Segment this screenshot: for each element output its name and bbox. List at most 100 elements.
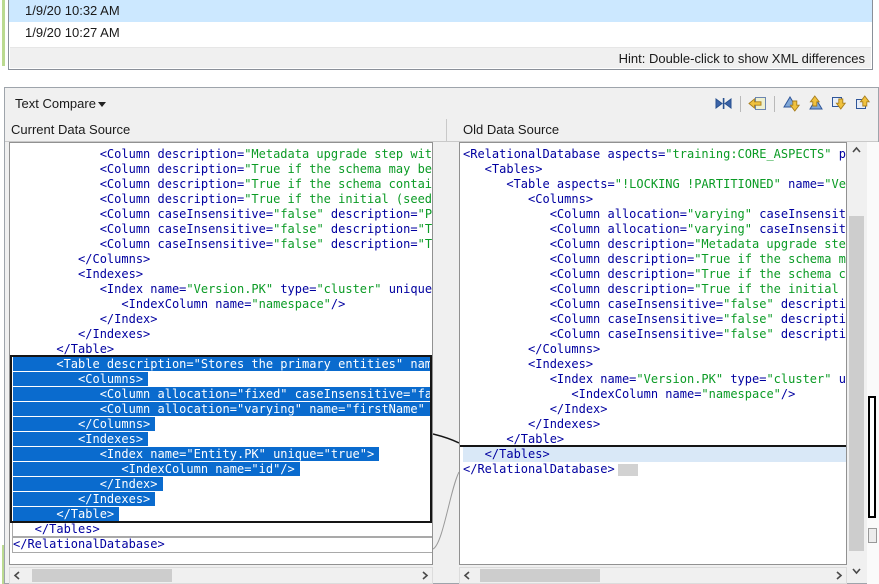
- next-difference-icon[interactable]: [782, 95, 801, 112]
- code-line[interactable]: <Column caseInsensitive="false" descript…: [13, 237, 432, 252]
- history-rows: 1/9/20 10:32 AM1/9/20 10:27 AM: [9, 0, 872, 44]
- code-line[interactable]: <Columns>: [463, 192, 846, 207]
- previous-change-icon[interactable]: [854, 95, 873, 112]
- compare-toolbar: Text Compare: [5, 88, 878, 119]
- code-line[interactable]: <Column description="True if the initial…: [13, 192, 432, 207]
- code-line[interactable]: </Index>: [463, 402, 846, 417]
- code-line[interactable]: <Column description="True if the schema …: [463, 252, 846, 267]
- code-line[interactable]: <Indexes>: [13, 432, 432, 447]
- left-code-area: <Column description="Metadata upgrade st…: [10, 143, 432, 564]
- code-line[interactable]: <Column caseInsensitive="false" descript…: [13, 222, 432, 237]
- code-line[interactable]: <IndexColumn name="namespace"/>: [463, 387, 846, 402]
- selected-code-text: <Column allocation="varying" name="first…: [13, 402, 433, 416]
- code-line[interactable]: <Column description="True if the initial…: [463, 282, 846, 297]
- diff-connector: [433, 472, 459, 549]
- code-line[interactable]: </RelationalDatabase>: [13, 537, 432, 552]
- code-line[interactable]: <Column caseInsensitive="false" descript…: [463, 312, 846, 327]
- code-line[interactable]: <Columns>: [13, 372, 432, 387]
- selected-code-text: <Indexes>: [13, 432, 148, 446]
- scroll-left-icon[interactable]: [460, 568, 475, 583]
- code-line[interactable]: <Column allocation="varying" name="first…: [13, 402, 432, 417]
- scrollbar-thumb[interactable]: [849, 216, 864, 551]
- pane-headers: Current Data Source Old Data Source: [5, 119, 878, 142]
- code-line[interactable]: <Index name="Version.PK" type="cluster" …: [463, 372, 846, 387]
- selected-code-text: <Index name="Entity.PK" unique="true">: [13, 447, 379, 461]
- code-line[interactable]: <Tables>: [463, 162, 846, 177]
- code-line[interactable]: <Column allocation="varying" caseInsensi…: [463, 207, 846, 222]
- code-line[interactable]: </Tables>: [13, 522, 432, 537]
- selected-code-text: <Column allocation="fixed" caseInsensiti…: [13, 387, 433, 401]
- code-line[interactable]: <Column allocation="varying" caseInsensi…: [463, 222, 846, 237]
- code-line[interactable]: </Index>: [13, 312, 432, 327]
- code-line[interactable]: <Table aspects="!LOCKING !PARTITIONED" n…: [463, 177, 846, 192]
- code-line[interactable]: </RelationalDatabase>: [463, 462, 846, 477]
- code-line[interactable]: <RelationalDatabase aspects="training:CO…: [463, 147, 846, 162]
- code-line[interactable]: <Column description="True if the schema …: [13, 177, 432, 192]
- scroll-up-icon[interactable]: [849, 143, 864, 158]
- code-line[interactable]: <Table description="Stores the primary e…: [13, 357, 432, 372]
- code-line[interactable]: <Index name="Entity.PK" unique="true">: [13, 447, 432, 462]
- code-line[interactable]: <Column caseInsensitive="false" descript…: [13, 207, 432, 222]
- code-line[interactable]: <Indexes>: [13, 267, 432, 282]
- text-compare-dropdown[interactable]: Text Compare: [15, 96, 96, 111]
- scroll-right-icon[interactable]: [831, 568, 846, 583]
- right-pane-title: Old Data Source: [463, 119, 559, 140]
- left-edge-accent-top: [2, 0, 5, 66]
- left-pane-title: Current Data Source: [11, 119, 130, 140]
- code-line[interactable]: <Column description="Metadata upgrade st…: [463, 237, 846, 252]
- overview-diff-mark-selected[interactable]: [868, 396, 876, 518]
- mirror-compare-icon[interactable]: [714, 95, 733, 112]
- toolbar-icons: [714, 95, 873, 112]
- code-line[interactable]: </Indexes>: [13, 327, 432, 342]
- selected-code-text: <Columns>: [13, 372, 148, 386]
- code-line[interactable]: </Indexes>: [463, 417, 846, 432]
- chevron-down-icon[interactable]: [98, 102, 106, 107]
- right-horizontal-scrollbar[interactable]: [459, 567, 847, 584]
- next-change-icon[interactable]: [830, 95, 849, 112]
- code-line[interactable]: </Index>: [13, 477, 432, 492]
- previous-difference-icon[interactable]: [806, 95, 825, 112]
- code-line[interactable]: <Indexes>: [463, 357, 846, 372]
- right-vertical-scrollbar[interactable]: [848, 142, 865, 579]
- code-line[interactable]: </Indexes>: [13, 492, 432, 507]
- code-line[interactable]: <Column description="True if the schema …: [13, 162, 432, 177]
- code-line[interactable]: <Column caseInsensitive="false" descript…: [463, 297, 846, 312]
- right-code-area: <RelationalDatabase aspects="training:CO…: [460, 143, 846, 564]
- selected-diff-connector: [433, 434, 459, 443]
- code-line[interactable]: </Columns>: [463, 342, 846, 357]
- code-line[interactable]: <Column description="Metadata upgrade st…: [13, 147, 432, 162]
- code-line[interactable]: </Columns>: [13, 252, 432, 267]
- code-line[interactable]: </Tables>: [463, 447, 846, 462]
- selected-code-text: </Table>: [13, 507, 119, 521]
- selected-code-text: <IndexColumn name="id"/>: [13, 462, 300, 476]
- change-filler-block: [618, 464, 638, 476]
- code-line[interactable]: </Columns>: [13, 417, 432, 432]
- code-line[interactable]: <IndexColumn name="id"/>: [13, 462, 432, 477]
- code-line[interactable]: </Table>: [13, 342, 432, 357]
- code-line[interactable]: <Column description="True if the schema …: [463, 267, 846, 282]
- selected-code-text: </Index>: [13, 477, 163, 491]
- scroll-left-icon[interactable]: [10, 568, 25, 583]
- code-line[interactable]: </Table>: [463, 432, 846, 447]
- scrollbar-thumb[interactable]: [32, 569, 172, 582]
- hint-text: Hint: Double-click to show XML differenc…: [10, 47, 871, 68]
- code-line[interactable]: <Column caseInsensitive="false" descript…: [463, 327, 846, 342]
- history-row[interactable]: 1/9/20 10:32 AM: [9, 0, 872, 22]
- scrollbar-thumb[interactable]: [480, 569, 600, 582]
- copy-right-to-left-icon[interactable]: [748, 95, 767, 112]
- scroll-down-icon[interactable]: [849, 563, 864, 578]
- diff-connectors: [433, 142, 459, 565]
- code-line[interactable]: <Column allocation="fixed" caseInsensiti…: [13, 387, 432, 402]
- code-line[interactable]: </Table>: [13, 507, 432, 522]
- code-line[interactable]: <Index name="Version.PK" type="cluster" …: [13, 282, 432, 297]
- selected-code-text: </Columns>: [13, 417, 155, 431]
- left-pane[interactable]: <Column description="Metadata upgrade st…: [9, 142, 433, 565]
- toolbar-separator: [740, 96, 741, 112]
- code-line[interactable]: <IndexColumn name="namespace"/>: [13, 297, 432, 312]
- compare-editor-window: 1/9/20 10:32 AM1/9/20 10:27 AM Hint: Dou…: [0, 0, 879, 584]
- scroll-right-icon[interactable]: [417, 568, 432, 583]
- left-horizontal-scrollbar[interactable]: [9, 567, 433, 584]
- history-row[interactable]: 1/9/20 10:27 AM: [9, 22, 872, 44]
- right-pane[interactable]: <RelationalDatabase aspects="training:CO…: [459, 142, 847, 565]
- overview-diff-mark[interactable]: [868, 528, 877, 543]
